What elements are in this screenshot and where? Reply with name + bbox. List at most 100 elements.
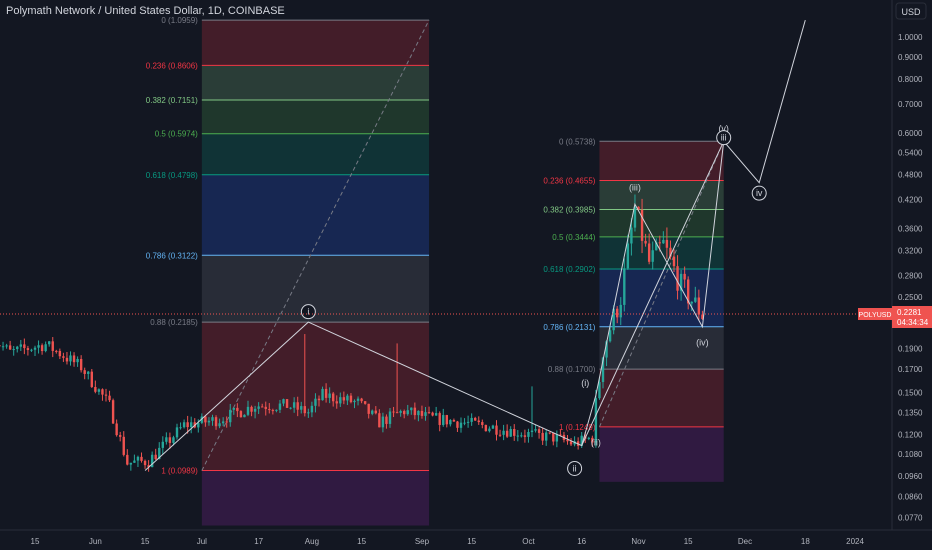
- fib-level-label: 0.382 (0.3985): [543, 206, 595, 215]
- candle-body: [616, 308, 619, 318]
- candle-body: [513, 428, 516, 436]
- price-tick-label: 0.1500: [898, 389, 923, 398]
- candle-body: [413, 407, 417, 416]
- candle-body: [552, 432, 555, 442]
- price-tick-label: 1.0000: [898, 33, 923, 42]
- candle-body: [431, 412, 434, 416]
- candle-body: [317, 398, 321, 401]
- candle-body: [129, 462, 133, 465]
- wave-label: (iv): [696, 337, 709, 347]
- candle-body: [289, 407, 292, 409]
- candle-body: [619, 304, 622, 318]
- candle-body: [523, 435, 527, 437]
- candle-body: [594, 398, 598, 443]
- candle-body: [371, 410, 374, 414]
- candle-body: [108, 395, 111, 401]
- fib-level-label: 0.236 (0.8606): [146, 61, 198, 70]
- fib-zone: [599, 268, 724, 327]
- candle-body: [417, 410, 420, 416]
- candle-body: [424, 412, 427, 416]
- candle-body: [360, 398, 363, 402]
- candle-body: [537, 429, 541, 433]
- candle-body: [658, 242, 661, 244]
- price-chart[interactable]: 0 (1.0959) 0.236 (0.8606) 0.382 (0.7151) 0.…: [0, 0, 932, 550]
- candle-body: [314, 398, 317, 406]
- price-tick-label: 0.5400: [898, 149, 923, 158]
- candle-body: [30, 349, 33, 351]
- currency-button[interactable]: USD: [895, 2, 927, 20]
- price-tick-label: 0.6000: [898, 129, 923, 138]
- candle-body: [257, 406, 260, 409]
- wave-label-text: (iv): [696, 337, 709, 347]
- candle-body: [534, 429, 537, 431]
- candle-body: [1, 346, 5, 348]
- candle-body: [445, 415, 448, 425]
- candle-body: [136, 456, 140, 461]
- candle-body: [640, 209, 644, 241]
- time-tick-label: Dec: [738, 537, 752, 546]
- candle-body: [126, 454, 129, 465]
- candle-body: [623, 268, 626, 305]
- candle-body: [51, 341, 54, 351]
- wave-label-text: (iii): [629, 183, 641, 193]
- candle-body: [271, 410, 275, 412]
- candle-body: [239, 411, 243, 418]
- candle-body: [690, 301, 693, 304]
- candle-body: [456, 421, 459, 428]
- candle-body: [410, 407, 413, 411]
- candle-body: [0, 345, 1, 347]
- candle-body: [438, 413, 441, 425]
- candle-body: [204, 416, 207, 423]
- price-tick-label: 0.1350: [898, 408, 923, 417]
- candle-body: [505, 430, 509, 437]
- candle-body: [175, 427, 179, 438]
- candle-body: [65, 357, 69, 362]
- candle-body: [12, 349, 15, 351]
- time-tick-label: 16: [577, 537, 586, 546]
- candle-body: [33, 347, 37, 350]
- fib-level-label: 0.382 (0.7151): [146, 96, 198, 105]
- wave-label-text: (ii): [591, 437, 601, 447]
- candle-body: [332, 393, 335, 402]
- candle-body: [630, 227, 633, 244]
- candle-body: [495, 425, 498, 435]
- candle-body: [381, 416, 385, 428]
- candle-body: [520, 435, 523, 437]
- candle-body: [229, 409, 232, 423]
- candle-body: [474, 417, 477, 421]
- currency-button-label: USD: [901, 7, 921, 17]
- candle: [90, 369, 93, 388]
- candle-body: [154, 454, 157, 460]
- candle-body: [264, 406, 267, 410]
- time-tick-label: Aug: [305, 537, 319, 546]
- candle-body: [8, 345, 12, 350]
- candle-body: [342, 397, 346, 401]
- candle-body: [672, 256, 676, 267]
- candle-body: [349, 395, 353, 403]
- candle-body: [246, 406, 250, 415]
- fib-level-label: 0.236 (0.4655): [543, 176, 595, 185]
- candle-body: [466, 421, 470, 423]
- candle-body: [16, 346, 19, 350]
- wave-label-text: i: [307, 307, 309, 317]
- fib-level-label: 1 (0.0989): [161, 467, 198, 476]
- candle: [239, 410, 243, 418]
- candle: [111, 398, 115, 424]
- wave-label: (iii): [629, 183, 641, 193]
- price-tick-label: 0.4200: [898, 196, 923, 205]
- candle-body: [207, 420, 211, 423]
- symbol-tag-label: POLYUSD: [859, 312, 892, 319]
- candle-body: [491, 425, 495, 429]
- candle-body: [676, 266, 679, 291]
- candle-body: [647, 243, 651, 262]
- candle-body: [324, 388, 328, 398]
- candle-body: [115, 423, 118, 436]
- candle: [285, 399, 289, 408]
- candle-body: [243, 414, 246, 418]
- candle-body: [182, 422, 186, 428]
- chart-title: Polymath Network / United States Dollar,…: [6, 5, 285, 17]
- candle-body: [179, 427, 182, 429]
- fib-zone: [201, 65, 430, 101]
- candle-body: [37, 345, 40, 348]
- candle-body: [214, 417, 218, 427]
